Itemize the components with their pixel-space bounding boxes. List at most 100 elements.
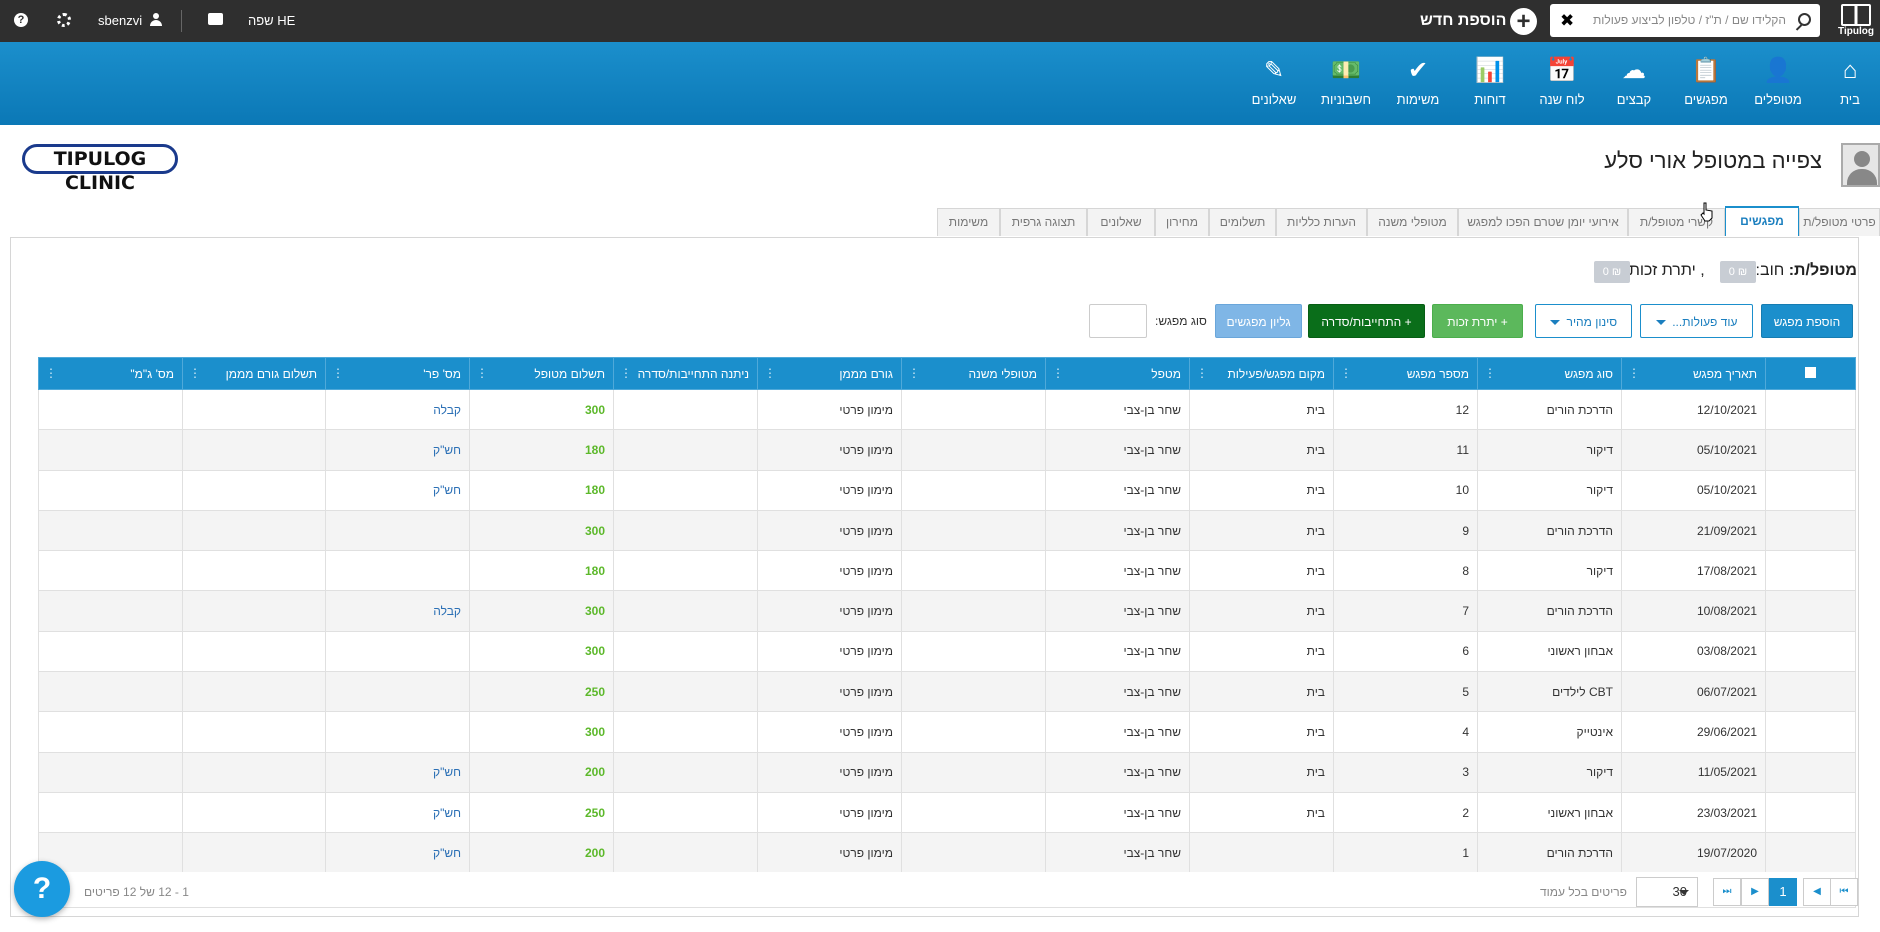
table-row[interactable]: חש"ק 200 מימון פרטי שחר בן-צבי 1 הדרכת הורים 1… (38, 832, 1856, 874)
row-select-cell[interactable] (1765, 550, 1856, 592)
column-menu-icon[interactable]: ⋮ (1196, 366, 1208, 380)
select-all-header[interactable] (1765, 357, 1856, 390)
first-page-button[interactable]: ⏮ (1830, 878, 1858, 906)
add-credit-button[interactable]: + יתרת זכות (1432, 304, 1523, 338)
tab-price-list[interactable]: מחירון (1155, 208, 1209, 236)
column-header[interactable]: תאריך מפגש ⋮ (1621, 357, 1766, 390)
nav-home[interactable]: ⌂ בית (1814, 54, 1880, 114)
column-menu-icon[interactable]: ⋮ (45, 366, 57, 380)
cell-receipt[interactable]: חש"ק (325, 791, 470, 834)
column-header[interactable]: גורם מממן ⋮ (757, 357, 902, 390)
tab-graph-view[interactable]: תצוגה גרפית (1000, 208, 1087, 236)
column-header[interactable]: ניתנה התחייבות/סדרה ⋮ (613, 357, 758, 390)
clear-search-icon[interactable]: ✖ (1560, 4, 1574, 37)
add-meeting-button[interactable]: הוספת מפגש (1761, 304, 1853, 338)
search-box[interactable]: הקלידו שם / ת"ז / טלפון לביצוע פעולות ✖ (1550, 4, 1820, 37)
column-header[interactable]: מטופלי משנה ⋮ (901, 357, 1046, 390)
row-select-cell[interactable] (1765, 630, 1856, 673)
tab-calendar-events[interactable]: אירועי יומן שטרם הפכו למפגש (1458, 208, 1628, 236)
help-icon[interactable]: ? (14, 13, 28, 27)
table-row[interactable]: 300 מימון פרטי שחר בן-צבי בית 9 הדרכת הורים 21… (38, 509, 1856, 552)
chat-icon[interactable] (208, 13, 223, 25)
tab-sub-patients[interactable]: מטופלי משנה (1367, 208, 1458, 236)
nav-questionnaires[interactable]: ✎ שאלונים (1238, 54, 1310, 114)
row-select-cell[interactable] (1765, 469, 1856, 511)
column-menu-icon[interactable]: ⋮ (1340, 366, 1352, 380)
table-row[interactable]: 250 מימון פרטי שחר בן-צבי בית 5 CBT לילדים 06/… (38, 671, 1856, 713)
cell-receipt[interactable]: קבלה (325, 388, 470, 431)
cell-receipt[interactable]: חש"ק (325, 429, 470, 471)
table-row[interactable]: חש"ק 180 מימון פרטי שחר בן-צבי בית 10 דיקור 05/… (38, 469, 1856, 511)
nav-reports[interactable]: 📊 דוחות (1454, 54, 1526, 114)
select-all-checkbox[interactable] (1805, 366, 1816, 378)
tipulog-logo[interactable]: Tipulog (1834, 2, 1878, 40)
gear-icon[interactable] (57, 13, 71, 27)
row-select-cell[interactable] (1765, 751, 1856, 793)
meeting-type-select[interactable] (1089, 304, 1147, 338)
row-select-cell[interactable] (1765, 388, 1856, 431)
table-row[interactable]: חש"ק 180 מימון פרטי שחר בן-צבי בית 11 דיקור 05/… (38, 429, 1856, 471)
row-select-cell[interactable] (1765, 509, 1856, 552)
page-number-button[interactable]: 1 (1769, 878, 1797, 906)
column-menu-icon[interactable]: ⋮ (620, 366, 632, 380)
username[interactable]: sbenzvi (98, 0, 142, 42)
next-page-button[interactable]: ▶ (1741, 878, 1769, 906)
nav-invoices[interactable]: 💵 חשבוניות (1310, 54, 1382, 114)
table-row[interactable]: 180 מימון פרטי שחר בן-צבי בית 8 דיקור 17/08/20… (38, 550, 1856, 592)
nav-meetings[interactable]: 📋 מפגשים (1670, 54, 1742, 114)
add-commitment-button[interactable]: + התחייבות/סדרה (1308, 304, 1425, 338)
column-menu-icon[interactable]: ⋮ (908, 366, 920, 380)
more-actions-button[interactable]: עוד פעולות... (1640, 304, 1753, 338)
page-size-select[interactable]: 30 (1636, 877, 1698, 907)
column-header[interactable]: מספר מפגש ⋮ (1333, 357, 1478, 390)
table-row[interactable]: חש"ק 200 מימון פרטי שחר בן-צבי בית 3 דיקור 11/0… (38, 751, 1856, 793)
tab-general-notes[interactable]: הערות כלליות (1276, 208, 1367, 236)
table-row[interactable]: חש"ק 250 מימון פרטי שחר בן-צבי בית 2 אבחון ראש… (38, 791, 1856, 834)
search-input[interactable]: הקלידו שם / ת"ז / טלפון לביצוע פעולות (1593, 4, 1786, 37)
prev-page-button[interactable]: ◀ (1803, 878, 1831, 906)
tab-questionnaires[interactable]: שאלונים (1087, 208, 1155, 236)
table-row[interactable]: 300 מימון פרטי שחר בן-צבי בית 4 אינטייק 29/06/… (38, 711, 1856, 753)
table-row[interactable]: 300 מימון פרטי שחר בן-צבי בית 6 אבחון ראשוני 0… (38, 630, 1856, 673)
column-menu-icon[interactable]: ⋮ (1484, 366, 1496, 380)
column-header[interactable]: מס' ג"מ" ⋮ (38, 357, 183, 390)
column-header[interactable]: תשלום גורם מממן ⋮ (182, 357, 326, 390)
column-menu-icon[interactable]: ⋮ (189, 366, 201, 380)
column-header[interactable]: תשלום מטופל ⋮ (469, 357, 614, 390)
help-button[interactable]: ? (14, 861, 70, 917)
quick-filter-button[interactable]: סינון מהיר (1535, 304, 1632, 338)
column-menu-icon[interactable]: ⋮ (764, 366, 776, 380)
tab-tasks[interactable]: משימות (937, 208, 1000, 236)
meetings-sheet-button[interactable]: גליון מפגשים (1215, 304, 1302, 338)
tab-patient-details[interactable]: פרטי מטופל/ת (1799, 208, 1880, 236)
table-row[interactable]: קבלה 300 מימון פרטי שחר בן-צבי בית 7 הדרכת הור… (38, 590, 1856, 632)
cell-receipt[interactable]: חש"ק (325, 832, 470, 874)
language-selector[interactable]: שפה HE (248, 0, 295, 42)
cell-receipt[interactable]: קבלה (325, 590, 470, 632)
tab-payments[interactable]: תשלומים (1209, 208, 1276, 236)
column-menu-icon[interactable]: ⋮ (1628, 366, 1640, 380)
row-select-cell[interactable] (1765, 429, 1856, 471)
row-select-cell[interactable] (1765, 711, 1856, 753)
nav-files[interactable]: ☁ קבצים (1598, 54, 1670, 114)
column-menu-icon[interactable]: ⋮ (332, 366, 344, 380)
column-menu-icon[interactable]: ⋮ (1052, 366, 1064, 380)
nav-patients[interactable]: 👤 מטופלים (1742, 54, 1814, 114)
tab-meetings[interactable]: מפגשים (1725, 206, 1799, 236)
cell-receipt[interactable]: חש"ק (325, 469, 470, 511)
row-select-cell[interactable] (1765, 671, 1856, 713)
add-new-button[interactable]: הוספת חדש + (1420, 0, 1537, 42)
column-header[interactable]: מטפל ⋮ (1045, 357, 1190, 390)
nav-tasks[interactable]: ✔ משימות (1382, 54, 1454, 114)
column-menu-icon[interactable]: ⋮ (476, 366, 488, 380)
column-header[interactable]: סוג מפגש ⋮ (1477, 357, 1622, 390)
column-header[interactable]: מס' פר' ⋮ (325, 357, 470, 390)
row-select-cell[interactable] (1765, 791, 1856, 834)
row-select-cell[interactable] (1765, 590, 1856, 632)
table-row[interactable]: קבלה 300 מימון פרטי שחר בן-צבי בית 12 הדרכת הו… (38, 388, 1856, 431)
cell-receipt[interactable]: חש"ק (325, 751, 470, 793)
column-header[interactable]: מקום מפגש/פעילות ⋮ (1189, 357, 1334, 390)
last-page-button[interactable]: ⏭ (1713, 878, 1741, 906)
nav-calendar[interactable]: 📅 לוח שנה (1526, 54, 1598, 114)
row-select-cell[interactable] (1765, 832, 1856, 874)
